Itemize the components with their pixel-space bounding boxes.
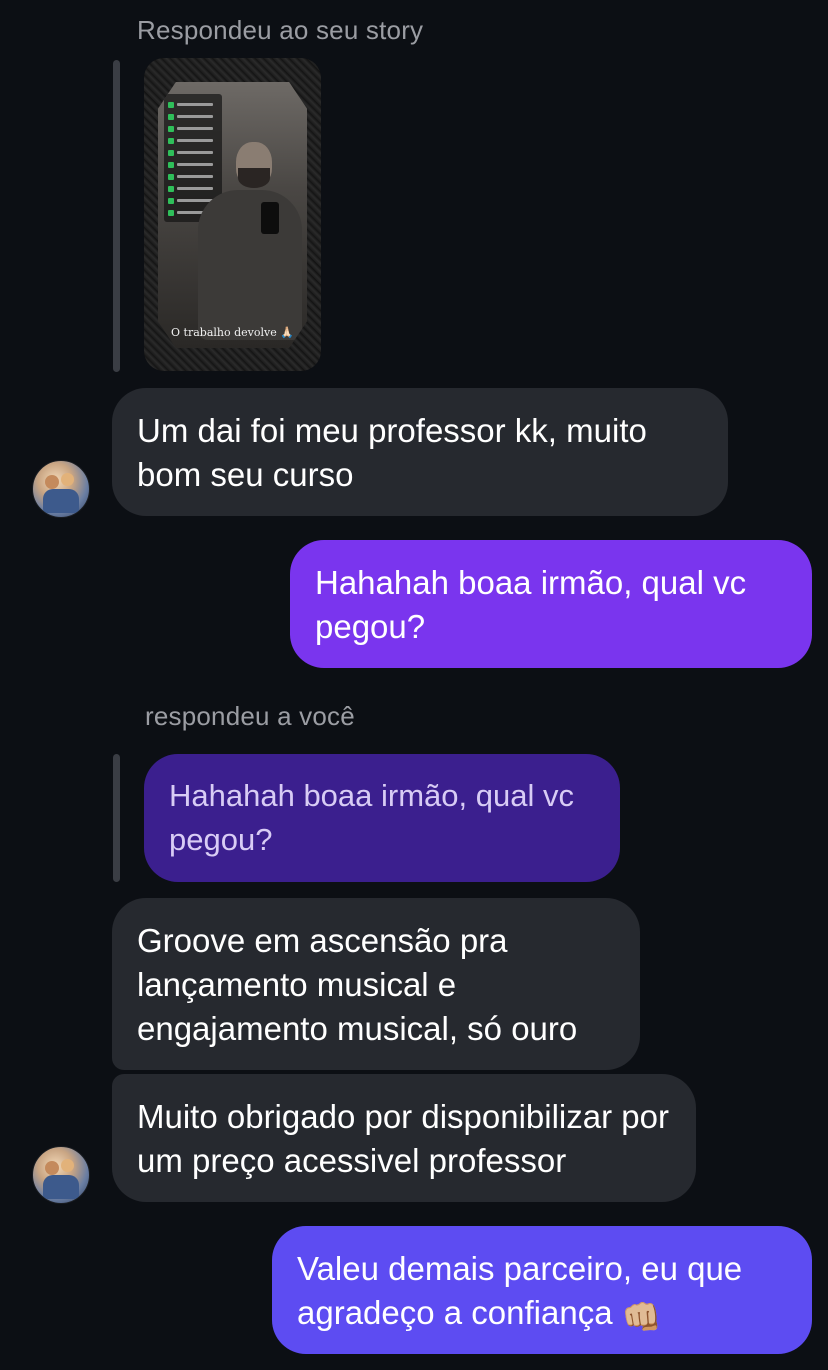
quoted-message-bubble[interactable]: Hahahah boaa irmão, qual vc pegou? bbox=[144, 754, 620, 882]
message-text: Valeu demais parceiro, eu que agradeço a… bbox=[297, 1250, 743, 1331]
story-person-beard bbox=[238, 168, 270, 188]
chat-thread: Respondeu ao seu story O trabalho devolv… bbox=[0, 0, 828, 1370]
reply-quote-bar bbox=[113, 754, 120, 882]
fist-bump-icon: 👊🏼 bbox=[621, 1299, 662, 1335]
message-bubble-outgoing[interactable]: Valeu demais parceiro, eu que agradeço a… bbox=[272, 1226, 812, 1354]
contact-avatar[interactable] bbox=[32, 1146, 90, 1204]
story-phone bbox=[261, 202, 279, 234]
message-bubble-incoming[interactable]: Um dai foi meu professor kk, muito bom s… bbox=[112, 388, 728, 516]
story-quote-bar bbox=[113, 60, 120, 372]
contact-avatar[interactable] bbox=[32, 460, 90, 518]
message-bubble-incoming[interactable]: Groove em ascensão pra lançamento musica… bbox=[112, 898, 640, 1070]
message-bubble-incoming[interactable]: Muito obrigado por disponibilizar por um… bbox=[112, 1074, 696, 1202]
story-caption: O trabalho devolve 🙏🏻 bbox=[171, 326, 294, 339]
reply-context-label: respondeu a você bbox=[145, 701, 355, 731]
message-bubble-outgoing[interactable]: Hahahah boaa irmão, qual vc pegou? bbox=[290, 540, 812, 668]
story-person-body bbox=[198, 190, 302, 340]
story-thumbnail[interactable]: O trabalho devolve 🙏🏻 bbox=[144, 58, 321, 371]
story-reply-label: Respondeu ao seu story bbox=[137, 15, 424, 45]
story-mirror bbox=[158, 82, 307, 348]
